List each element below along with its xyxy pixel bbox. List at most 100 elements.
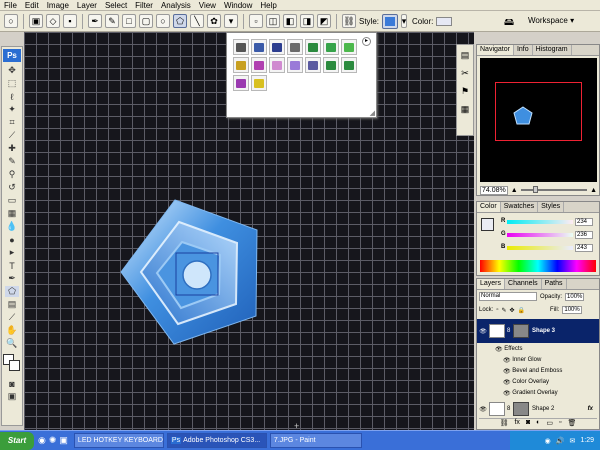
lasso-tool-icon[interactable]: ℓ bbox=[5, 91, 19, 102]
style-swatch[interactable] bbox=[269, 57, 285, 73]
shape-tool-icon[interactable]: ⬠ bbox=[5, 286, 19, 297]
link-icon[interactable]: ⛓ bbox=[342, 14, 356, 28]
layer-comps-icon[interactable]: ⚑ bbox=[459, 86, 471, 98]
menu-layer[interactable]: Layer bbox=[77, 1, 97, 10]
adjustment-layer-icon[interactable]: ◐ bbox=[536, 419, 540, 428]
style-swatch[interactable] bbox=[305, 39, 321, 55]
menu-edit[interactable]: Edit bbox=[25, 1, 39, 10]
clone-stamp-tool-icon[interactable]: ⚲ bbox=[5, 169, 19, 180]
zoom-out-icon[interactable]: ▲ bbox=[511, 187, 518, 194]
style-swatch[interactable] bbox=[269, 39, 285, 55]
add-style-icon[interactable]: fx bbox=[514, 419, 519, 428]
fill-field[interactable]: 100% bbox=[562, 306, 582, 314]
effect-gradient-overlay[interactable]: 👁 Gradient Overlay bbox=[477, 388, 599, 398]
style-picker-button[interactable] bbox=[382, 13, 399, 29]
red-slider[interactable] bbox=[507, 220, 573, 224]
eye-icon[interactable]: 👁 bbox=[477, 328, 489, 335]
zoom-value[interactable]: 74.08% bbox=[480, 185, 508, 195]
fill-pixels-button[interactable]: ▪ bbox=[63, 14, 77, 28]
quicklaunch-app-icon[interactable]: ✺ bbox=[49, 435, 57, 446]
effect-color-overlay[interactable]: 👁 Color Overlay bbox=[477, 377, 599, 387]
style-swatch[interactable] bbox=[323, 39, 339, 55]
screen-mode-icon[interactable]: ▣ bbox=[5, 391, 19, 402]
tab-info[interactable]: Info bbox=[514, 45, 533, 55]
menu-filter[interactable]: Filter bbox=[135, 1, 153, 10]
hand-tool-icon[interactable]: ✋ bbox=[5, 325, 19, 336]
workspace-button[interactable]: Workspace ▾ bbox=[528, 16, 574, 25]
marquee-tool-icon[interactable]: ⬚ bbox=[5, 78, 19, 89]
effect-bevel-emboss[interactable]: 👁 Bevel and Emboss bbox=[477, 366, 599, 376]
menu-view[interactable]: View bbox=[199, 1, 216, 10]
new-shape-layer-button[interactable]: ▫ bbox=[249, 14, 263, 28]
popup-menu-arrow-icon[interactable]: ▸ bbox=[362, 37, 371, 46]
eyedropper-tool-icon[interactable]: ⟋ bbox=[5, 312, 19, 323]
style-swatch[interactable] bbox=[341, 39, 357, 55]
move-tool-icon[interactable]: ✥ bbox=[5, 65, 19, 76]
style-swatch[interactable] bbox=[251, 39, 267, 55]
effect-inner-glow[interactable]: 👁 Inner Glow bbox=[477, 355, 599, 365]
view-box[interactable] bbox=[495, 82, 582, 141]
line-tool-button[interactable]: ╲ bbox=[190, 14, 204, 28]
style-swatch[interactable] bbox=[323, 57, 339, 73]
blur-tool-icon[interactable]: 💧 bbox=[5, 221, 19, 232]
menu-analysis[interactable]: Analysis bbox=[161, 1, 191, 10]
tab-swatches[interactable]: Swatches bbox=[501, 202, 539, 212]
tool-preset-button[interactable]: ○ bbox=[4, 14, 18, 28]
blue-slider[interactable] bbox=[507, 246, 573, 250]
brushes-panel-icon[interactable]: ▤ bbox=[459, 50, 471, 62]
tray-icon[interactable]: 🔊 bbox=[556, 437, 565, 445]
foreground-color-swatch[interactable] bbox=[481, 218, 494, 231]
lock-position-icon[interactable]: ✥ bbox=[510, 307, 515, 314]
layer-name[interactable]: Shape 3 bbox=[532, 328, 555, 334]
new-layer-icon[interactable]: ▫ bbox=[559, 419, 561, 428]
quick-mask-icon[interactable]: ◙ bbox=[5, 378, 19, 389]
new-group-icon[interactable]: ▭ bbox=[546, 419, 553, 428]
task-paint[interactable]: 7.JPG - Paint bbox=[269, 433, 362, 448]
shape-layers-button[interactable]: ▣ bbox=[29, 14, 43, 28]
menu-file[interactable]: File bbox=[4, 1, 17, 10]
polygon-tool-button[interactable]: ⬠ bbox=[173, 14, 187, 28]
pen-tool-button[interactable]: ✒ bbox=[88, 14, 102, 28]
rectangle-tool-button[interactable]: □ bbox=[122, 14, 136, 28]
style-swatch[interactable] bbox=[341, 57, 357, 73]
effect-eye-icon[interactable]: 👁 bbox=[503, 357, 512, 364]
start-button[interactable]: Start bbox=[0, 431, 34, 450]
style-swatch[interactable] bbox=[233, 39, 249, 55]
lock-all-icon[interactable]: 🔒 bbox=[518, 307, 525, 314]
freeform-pen-button[interactable]: ✎ bbox=[105, 14, 119, 28]
clock[interactable]: 1:29 bbox=[580, 437, 594, 444]
zoom-in-icon[interactable]: ▲ bbox=[590, 187, 597, 194]
blue-value[interactable]: 243 bbox=[575, 244, 593, 252]
layer-row-shape-2[interactable]: 👁 8 Shape 2 fx bbox=[477, 400, 599, 418]
add-mask-icon[interactable]: ◙ bbox=[526, 419, 530, 428]
tab-paths[interactable]: Paths bbox=[542, 279, 567, 289]
link-layers-icon[interactable]: ⛓ bbox=[500, 419, 509, 428]
green-slider[interactable] bbox=[507, 233, 573, 237]
style-swatch[interactable] bbox=[233, 57, 249, 73]
menu-image[interactable]: Image bbox=[47, 1, 69, 10]
tab-channels[interactable]: Channels bbox=[505, 279, 542, 289]
subtract-shape-button[interactable]: ◧ bbox=[283, 14, 297, 28]
path-selection-tool-icon[interactable]: ▸ bbox=[5, 247, 19, 258]
opacity-field[interactable]: 100% bbox=[565, 292, 585, 301]
effect-eye-icon[interactable]: 👁 bbox=[503, 368, 512, 375]
eraser-tool-icon[interactable]: ▭ bbox=[5, 195, 19, 206]
ellipse-tool-button[interactable]: ○ bbox=[156, 14, 170, 28]
effect-eye-icon[interactable]: 👁 bbox=[503, 379, 512, 386]
task-photoshop[interactable]: Ps Adobe Photoshop CS3... bbox=[166, 433, 267, 448]
history-brush-tool-icon[interactable]: ↺ bbox=[5, 182, 19, 193]
tool-presets-icon[interactable]: ✂ bbox=[459, 68, 471, 80]
notes-tool-icon[interactable]: ▤ bbox=[5, 299, 19, 310]
lock-image-icon[interactable]: ✎ bbox=[501, 307, 506, 314]
lock-transparency-icon[interactable]: ▫ bbox=[496, 307, 498, 313]
effect-eye-icon[interactable]: 👁 bbox=[503, 390, 512, 397]
style-swatch[interactable] bbox=[305, 57, 321, 73]
exclude-overlap-button[interactable]: ◩ bbox=[317, 14, 331, 28]
type-tool-icon[interactable]: T bbox=[5, 260, 19, 271]
history-panel-icon[interactable]: ▦ bbox=[459, 104, 471, 116]
intersect-shape-button[interactable]: ◨ bbox=[300, 14, 314, 28]
quicklaunch-browser-icon[interactable]: ◉ bbox=[38, 435, 46, 446]
tab-layers[interactable]: Layers bbox=[477, 279, 506, 289]
tray-icon[interactable]: ◉ bbox=[545, 437, 551, 445]
resize-grip-icon[interactable]: ◢ bbox=[370, 109, 375, 117]
